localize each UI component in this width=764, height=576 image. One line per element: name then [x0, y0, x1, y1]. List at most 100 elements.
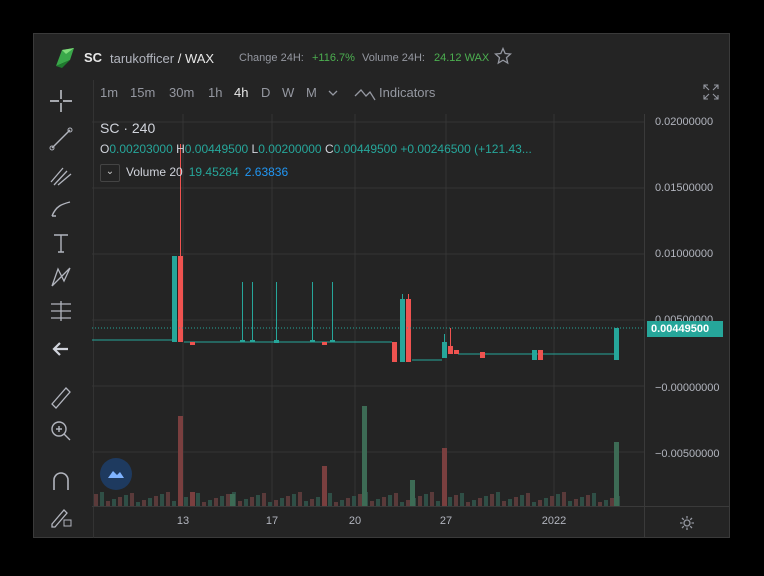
open-value: 0.00203000: [109, 142, 173, 156]
volume-bar: [592, 493, 596, 506]
volume-bar: [496, 492, 500, 506]
tf-30m[interactable]: 30m: [169, 85, 194, 100]
high-value: 0.00449500: [184, 142, 249, 156]
quote-currency: WAX: [184, 51, 215, 66]
candle: [400, 299, 405, 362]
change-label: Change 24H:: [239, 52, 304, 64]
fullscreen-icon[interactable]: [702, 83, 720, 101]
volume-bar: [310, 499, 314, 506]
volume-bar: [460, 493, 464, 506]
timeframe-bar: 1m 15m 30m 1h 4h D W M Indicators: [94, 80, 719, 108]
volume-bar: [292, 494, 296, 506]
price-axis[interactable]: 0.02000000 0.01500000 0.01000000 0.00500…: [644, 114, 730, 506]
low-value: 0.00200000: [258, 142, 322, 156]
volume-bar: [184, 497, 188, 506]
back-arrow-icon[interactable]: [48, 336, 74, 362]
volume-bar: [286, 496, 290, 506]
volume-bar: [410, 480, 415, 506]
volume-bar: [250, 497, 254, 506]
brush-icon[interactable]: [48, 196, 74, 222]
volume-bar: [376, 499, 380, 506]
volume-bar: [244, 499, 248, 506]
volume-bar: [118, 497, 122, 506]
tf-w[interactable]: W: [282, 85, 294, 100]
volume-value-current: 19.45284: [188, 165, 239, 180]
time-axis[interactable]: 13 17 20 27 2022: [92, 506, 644, 538]
volume-bar: [394, 493, 398, 506]
candle: [480, 352, 485, 358]
change-value: +0.00246500 (+121.43...: [400, 142, 532, 156]
pattern-icon[interactable]: [48, 264, 74, 290]
volume-bar: [544, 498, 548, 506]
volume-bar: [448, 497, 452, 506]
indicators-button[interactable]: Indicators: [379, 85, 435, 100]
tf-15m[interactable]: 15m: [130, 85, 155, 100]
volume-bar: [226, 494, 230, 506]
candle: [172, 256, 177, 342]
volume-bar: [484, 496, 488, 506]
text-icon[interactable]: [48, 230, 74, 256]
token-logo-icon: [56, 48, 74, 68]
pair-name[interactable]: tarukofficer / WAX: [110, 51, 214, 66]
volume-bar: [362, 406, 367, 506]
volume-bar: [562, 492, 566, 506]
volume-bar: [94, 494, 98, 506]
price-tick: 0.01000000: [655, 248, 714, 260]
pair-slash: /: [177, 51, 182, 66]
candle: [240, 340, 245, 342]
volume-bar: [358, 494, 362, 506]
tf-d[interactable]: D: [261, 85, 270, 100]
volume-bar: [610, 498, 614, 506]
settings-corner: [644, 506, 730, 538]
collapse-chevron-icon[interactable]: ⌄: [100, 164, 120, 182]
measure-icon[interactable]: [48, 298, 74, 324]
candle: [274, 340, 279, 343]
volume-bar: [166, 492, 170, 506]
candle: [178, 256, 183, 342]
volume-bar: [316, 497, 320, 506]
zoom-icon[interactable]: [48, 418, 74, 444]
volume-bar: [550, 496, 554, 506]
base-account: tarukofficer: [110, 51, 175, 66]
tf-1m[interactable]: 1m: [100, 85, 118, 100]
volume-bar: [322, 466, 327, 506]
candle: [190, 342, 195, 345]
volume-bar: [556, 494, 560, 506]
volume-bar: [586, 495, 590, 506]
current-price-label: 0.00449500: [647, 321, 723, 337]
volume-bar: [514, 497, 518, 506]
star-icon[interactable]: [494, 47, 512, 65]
volume-ma-value: 2.63836: [244, 165, 289, 180]
price-tick: −0.00500000: [655, 448, 720, 460]
volume-bar: [148, 498, 152, 506]
volume-bar: [160, 494, 164, 506]
volume-bar: [262, 493, 266, 506]
tradingview-logo-icon[interactable]: [100, 458, 132, 490]
volume-bar: [520, 495, 524, 506]
close-value: 0.00449500: [333, 142, 398, 156]
candle: [614, 328, 619, 360]
volume-bar: [388, 495, 392, 506]
volume-bar: [574, 499, 578, 506]
volume-bar: [124, 495, 128, 506]
candle: [442, 342, 447, 358]
tf-4h[interactable]: 4h: [234, 85, 248, 100]
tf-1h[interactable]: 1h: [208, 85, 222, 100]
indicators-icon[interactable]: [354, 86, 376, 102]
ruler-icon[interactable]: [48, 384, 74, 410]
lock-pencil-icon[interactable]: [48, 504, 74, 530]
candle: [406, 299, 411, 362]
trend-line-icon[interactable]: [48, 126, 74, 152]
tf-m[interactable]: M: [306, 85, 317, 100]
gear-icon[interactable]: [679, 515, 695, 531]
volume-bar: [230, 494, 235, 506]
chart-window: SC tarukofficer / WAX Change 24H: +116.7…: [33, 33, 730, 538]
volume-bar: [328, 493, 332, 506]
crosshair-icon[interactable]: [48, 88, 74, 114]
volume-bar: [382, 497, 386, 506]
change-value: +116.7%: [312, 52, 355, 64]
fib-icon[interactable]: [48, 162, 74, 188]
magnet-icon[interactable]: [48, 468, 74, 494]
chevron-down-icon[interactable]: [328, 89, 338, 97]
volume-bar: [196, 493, 200, 506]
